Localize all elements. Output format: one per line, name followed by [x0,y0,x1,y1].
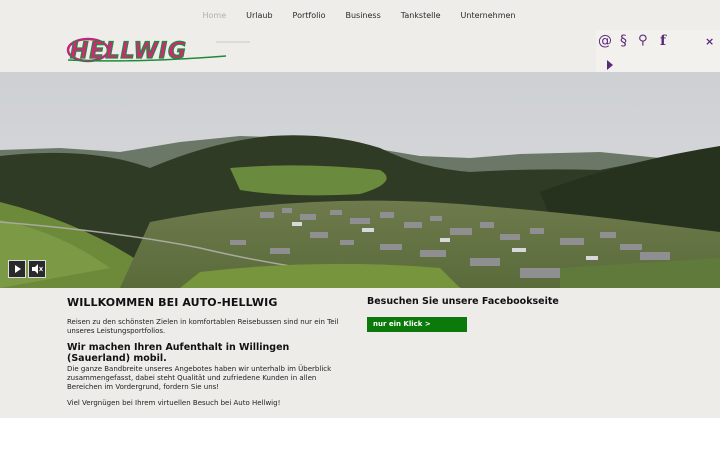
facebook-icon[interactable]: f [660,32,666,50]
hero-video[interactable] [0,72,720,288]
facebook-column: Besuchen Sie unsere Facebookseite nur ei… [367,296,667,332]
main-nav: Home Urlaub Portfolio Business Tankstell… [0,10,720,21]
facebook-link-button[interactable]: nur ein Klick > [367,317,467,332]
email-icon[interactable]: @ [598,32,612,50]
subheading: Wir machen Ihren Aufenthalt in Willingen… [67,342,290,364]
welcome-column: WILLKOMMEN BEI AUTO-HELLWIG Reisen zu de… [67,296,347,415]
nav-item-business[interactable]: Business [335,10,390,21]
logo-graphic: HELLWIG [66,37,250,65]
company-logo[interactable]: HELLWIG [66,36,251,65]
facebook-heading: Besuchen Sie unsere Facebookseite [367,296,559,307]
nav-item-tankstelle[interactable]: Tankstelle [391,10,451,21]
intro-text: Reisen zu den schönsten Zielen in komfor… [67,318,339,335]
video-play-button[interactable] [8,260,26,278]
expand-panel-icon[interactable] [607,60,613,70]
content-section: WILLKOMMEN BEI AUTO-HELLWIG Reisen zu de… [0,288,720,418]
site-header: Home Urlaub Portfolio Business Tankstell… [0,0,720,80]
nav-item-portfolio[interactable]: Portfolio [283,10,336,21]
landscape-video-frame [0,72,720,288]
video-mute-button[interactable] [28,260,46,278]
nav-item-urlaub[interactable]: Urlaub [236,10,282,21]
body-text: Die ganze Bandbreite unseres Angebotes h… [67,365,332,391]
play-icon [15,265,21,273]
close-icon[interactable]: × [705,33,714,51]
nav-item-unternehmen[interactable]: Unternehmen [451,10,526,21]
imprint-icon[interactable]: § [620,32,627,50]
closing-text: Viel Vergnügen bei Ihrem virtuellen Besu… [67,399,281,407]
nav-item-home[interactable]: Home [193,10,237,21]
mute-icon [32,264,43,274]
page-title: WILLKOMMEN BEI AUTO-HELLWIG [67,296,278,309]
search-key-icon[interactable]: ⚲ [638,32,648,50]
